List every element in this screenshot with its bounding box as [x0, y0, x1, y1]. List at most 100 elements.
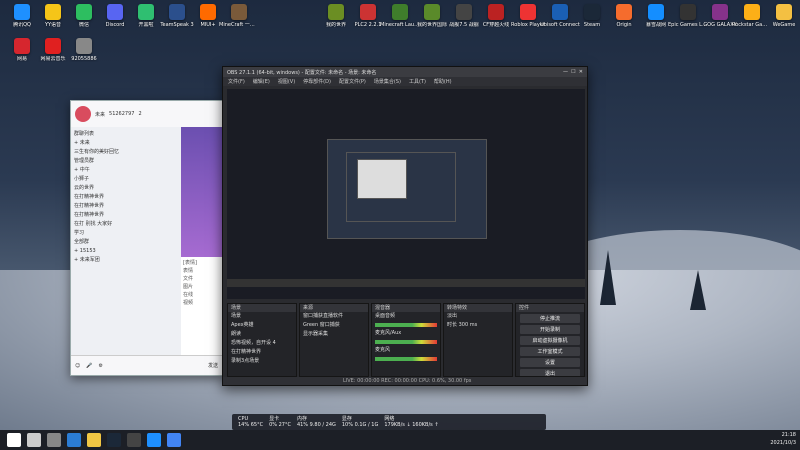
chat-list-item[interactable]: + 中午 [74, 166, 178, 175]
chat-list-item[interactable]: 管理员群 [74, 157, 178, 166]
mixer-dock[interactable]: 混音器 桌面音频 麦克风/Aux 麦克风 [371, 303, 441, 377]
desktop-icon[interactable]: MineCraft 一键开服器 [219, 4, 259, 40]
control-button[interactable]: 工作室模式 [520, 347, 580, 356]
chat-list-item[interactable]: 云的世界 [74, 184, 178, 193]
scenes-item[interactable]: 录制3点场景 [228, 357, 296, 366]
edge-icon[interactable] [67, 433, 81, 447]
sources-item[interactable]: 窗口捕获直播软件 [300, 312, 368, 321]
control-button[interactable]: 停止推流 [520, 314, 580, 323]
desktop-icon[interactable]: 92055886 [66, 38, 102, 74]
app-icon [231, 4, 247, 20]
control-button[interactable]: 设置 [520, 358, 580, 367]
maximize-icon[interactable]: ☐ [571, 69, 575, 75]
chat-list-item[interactable]: + 未来军团 [74, 256, 178, 265]
controls-title: 控件 [516, 304, 584, 312]
chat-list-item[interactable]: 在打 别找 大家好 [74, 220, 178, 229]
menu-item[interactable]: 编辑(E) [253, 78, 270, 85]
app-icon [520, 4, 536, 20]
menu-item[interactable]: 场景集合(S) [374, 78, 401, 85]
qq-banner-image [181, 127, 224, 257]
app-icon [45, 4, 61, 20]
transitions-item[interactable]: 淡出 [444, 312, 512, 321]
app-icon [488, 4, 504, 20]
search-icon[interactable] [27, 433, 41, 447]
volume-meter[interactable] [375, 323, 437, 327]
obs-preview[interactable] [227, 89, 585, 299]
app-icon [712, 4, 728, 20]
app-icon [584, 4, 600, 20]
control-button[interactable]: 启动虚拟摄像机 [520, 336, 580, 345]
menu-item[interactable]: 帮助(H) [434, 78, 452, 85]
chat-list-item[interactable]: 全部群 [74, 238, 178, 247]
vram-value: 10% 0.1G / 1G [341, 422, 379, 428]
app-icon [76, 38, 92, 54]
chat-list-item[interactable]: 群聊列表 [74, 130, 178, 139]
close-icon[interactable]: ✕ [579, 69, 583, 75]
chrome-icon[interactable] [167, 433, 181, 447]
sources-dock[interactable]: 来源 窗口捕获直播软件 Green 窗口捕获 显示器采集 [299, 303, 369, 377]
obs-menubar: 文件(F) 编辑(E) 视图(V) 停靠部件(D) 配置文件(P) 场景集合(S) 工具(T… [223, 77, 587, 86]
obs-docks: 场景 场景 Apex英雄 朗读 恐怖视频，自开设 4 在打精神世界 录制3点场景 来源 窗口捕… [227, 303, 585, 377]
mixer-channel-label: 麦克风 [375, 347, 391, 353]
qq-window[interactable]: 未来 51262797 2 群聊列表 + 未来 三生有你的美好回忆 管理员群 + 中午小… [70, 100, 224, 376]
explorer-icon[interactable] [87, 433, 101, 447]
scenes-item[interactable]: 场景 [228, 312, 296, 321]
chat-list-item[interactable]: 在打精神世界 [74, 202, 178, 211]
scenes-item[interactable]: Apex英雄 [228, 321, 296, 330]
minimize-icon[interactable]: — [563, 69, 568, 75]
obs-statusbar: LIVE: 00:00:00 REC: 00:00:00 CPU: 0.6%, … [223, 377, 587, 385]
chat-list-item[interactable]: 在打精神世界 [74, 211, 178, 220]
chat-list-item[interactable]: + 15153 [74, 247, 178, 256]
emoji-icon[interactable]: ☺ [75, 363, 80, 369]
steam-icon[interactable] [107, 433, 121, 447]
network-stat: 网络 179KB/s ↓ 160KB/s ↑ [384, 416, 438, 428]
scenes-item[interactable]: 朗读 [228, 330, 296, 339]
app-icon [200, 4, 216, 20]
menu-item[interactable]: 视图(V) [278, 78, 295, 85]
cpu-value: 14% 65°C [238, 422, 264, 428]
chat-list-item[interactable]: 三生有你的美好回忆 [74, 148, 178, 157]
start-icon[interactable] [7, 433, 21, 447]
chat-list-item[interactable]: + 未来 [74, 139, 178, 148]
clock[interactable]: 21:18 2021/10/3 [770, 431, 796, 447]
nested-preview [346, 152, 456, 222]
volume-meter[interactable] [375, 357, 437, 361]
volume-meter[interactable] [375, 340, 437, 344]
menu-item[interactable]: 工具(T) [409, 78, 426, 85]
desktop-icon[interactable]: WeGame [766, 4, 800, 40]
chat-list-item[interactable]: 学习 [74, 229, 178, 238]
control-button[interactable]: 退出 [520, 369, 580, 376]
control-button[interactable]: 开始录制 [520, 325, 580, 334]
chat-list-item[interactable]: 小狮子 [74, 175, 178, 184]
menu-item[interactable]: 配置文件(P) [339, 78, 366, 85]
chat-list[interactable]: 群聊列表 + 未来 三生有你的美好回忆 管理员群 + 中午 小狮子 云的世界 在打精神世界 在打… [71, 127, 181, 347]
menu-item[interactable]: 文件(F) [228, 78, 245, 85]
app-icon [14, 4, 30, 20]
controls-dock[interactable]: 控件停止推流开始录制启动虚拟摄像机 工作室模式设置退出 [515, 303, 585, 377]
mixer-channel-label: 桌面音频 [375, 313, 396, 319]
obs-icon[interactable] [127, 433, 141, 447]
transitions-item[interactable]: 时长 300 ms [444, 321, 512, 330]
obs-titlebar: OBS 27.1.1 (64-bit, windows) - 配置文件: 未命名… [223, 67, 587, 77]
qq-icon[interactable] [147, 433, 161, 447]
settings-icon[interactable]: ⚙ [98, 363, 102, 369]
obs-window[interactable]: OBS 27.1.1 (64-bit, windows) - 配置文件: 未命名… [222, 66, 588, 386]
menu-item[interactable]: 停靠部件(D) [303, 78, 331, 85]
send-button[interactable]: 发送 [208, 362, 218, 369]
window-title: OBS 27.1.1 (64-bit, windows) - 配置文件: 未命名… [227, 69, 377, 76]
sources-item[interactable]: 显示器采集 [300, 330, 368, 339]
transitions-dock[interactable]: 转场特效 淡出 时长 300 ms [443, 303, 513, 377]
chat-list-item[interactable]: 在打精神世界 [74, 193, 178, 202]
scenes-item[interactable]: 在打精神世界 [228, 348, 296, 357]
app-icon [328, 4, 344, 20]
sources-item[interactable]: Green 窗口捕获 [300, 321, 368, 330]
taskview-icon[interactable] [47, 433, 61, 447]
scenes-dock[interactable]: 场景 场景 Apex英雄 朗读 恐怖视频，自开设 4 在打精神世界 录制3点场景 [227, 303, 297, 377]
mic-icon[interactable]: 🎤 [86, 363, 92, 369]
clock-date: 2021/10/3 [770, 440, 796, 446]
mixer-title: 混音器 [372, 304, 440, 312]
qq-number: 51262797 [109, 111, 135, 117]
avatar[interactable] [75, 106, 91, 122]
scenes-item[interactable]: 恐怖视频，自开设 4 [228, 339, 296, 348]
status-text: LIVE: 00:00:00 REC: 00:00:00 CPU: 0.6%, … [343, 378, 472, 384]
